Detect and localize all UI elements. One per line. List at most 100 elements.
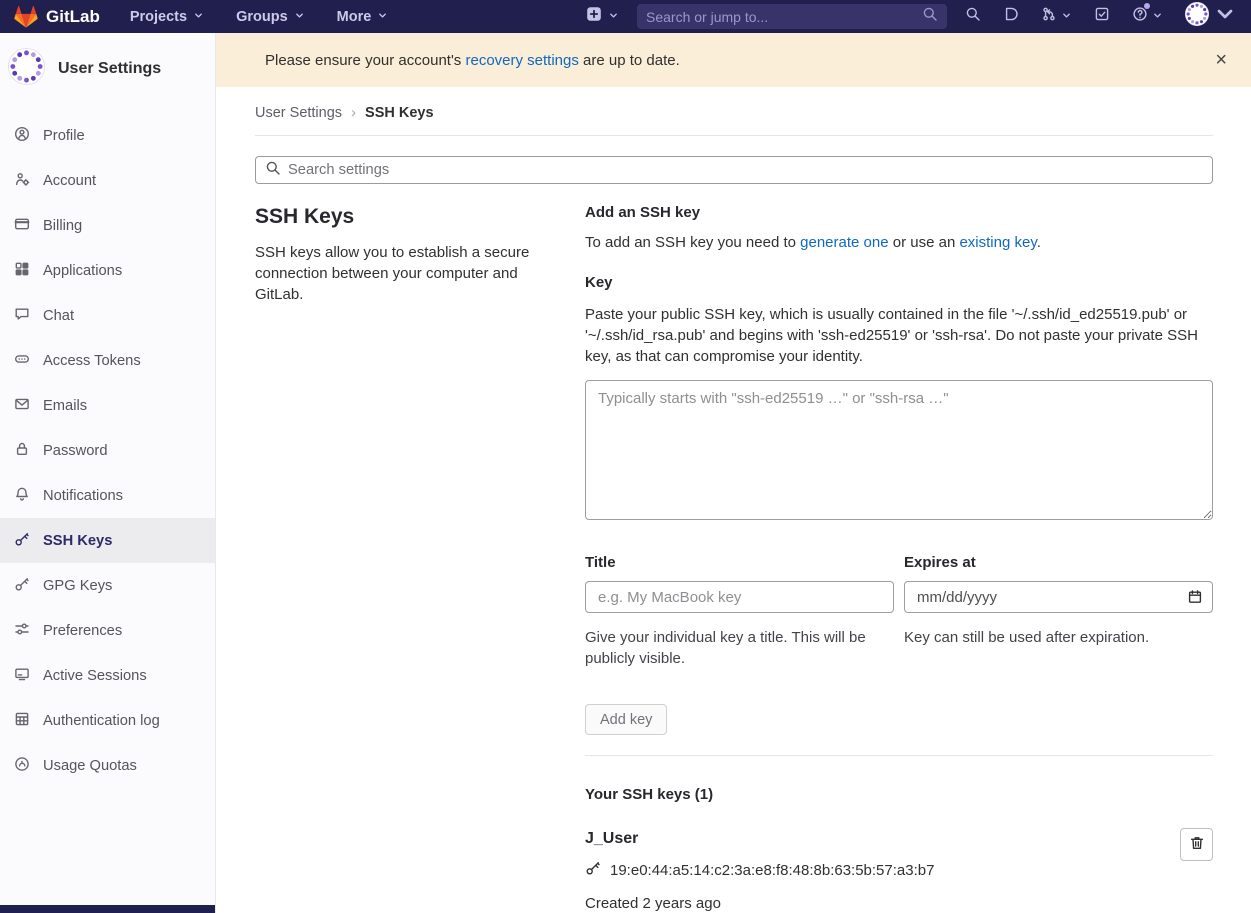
global-search-input[interactable] <box>646 9 914 25</box>
nav-projects[interactable]: Projects <box>130 9 204 25</box>
nav-groups[interactable]: Groups <box>236 9 305 25</box>
existing-key-link[interactable]: existing key <box>959 234 1036 251</box>
search-icon <box>922 6 938 27</box>
breadcrumb-current: SSH Keys <box>365 105 434 121</box>
sidebar-item-label: Account <box>43 173 96 189</box>
sidebar-item-label: Applications <box>43 263 122 279</box>
delete-key-button[interactable] <box>1180 828 1213 861</box>
chevron-down-icon <box>377 9 388 25</box>
nav-more[interactable]: More <box>337 9 389 25</box>
nav-label: Projects <box>130 9 187 25</box>
sidebar-item-notifications[interactable]: Notifications <box>0 473 215 518</box>
sidebar-item-label: Billing <box>43 218 82 234</box>
help-button[interactable] <box>1132 6 1163 27</box>
todos-button[interactable] <box>1094 6 1110 27</box>
gitlab-home-link[interactable]: GitLab <box>14 5 100 29</box>
breadcrumb-user-settings[interactable]: User Settings <box>255 105 342 121</box>
authentication-log-icon <box>14 711 30 731</box>
sidebar-item-label: SSH Keys <box>43 533 112 549</box>
key-label: Key <box>585 274 1213 291</box>
sidebar-item-gpg-keys[interactable]: GPG Keys <box>0 563 215 608</box>
password-icon <box>14 441 30 461</box>
alert-text-before: Please ensure your account's <box>265 52 465 69</box>
search-button[interactable] <box>965 6 981 27</box>
generate-one-link[interactable]: generate one <box>800 234 888 251</box>
add-key-intro: To add an SSH key you need to generate o… <box>585 234 1213 251</box>
alert-text-after: are up to date. <box>579 52 680 69</box>
sidebar-item-label: Profile <box>43 128 85 144</box>
sidebar-item-applications[interactable]: Applications <box>0 248 215 293</box>
alert-close-button[interactable]: × <box>1207 46 1235 74</box>
chevron-down-icon <box>1061 8 1072 26</box>
merge-requests-icon <box>1041 6 1057 27</box>
sidebar-item-label: Active Sessions <box>43 668 147 684</box>
sidebar-item-billing[interactable]: Billing <box>0 203 215 248</box>
sidebar-item-chat[interactable]: Chat <box>0 293 215 338</box>
section-divider <box>585 755 1213 756</box>
add-ssh-key-heading: Add an SSH key <box>585 204 1213 221</box>
sidebar-item-label: Chat <box>43 308 74 324</box>
nav-label: Groups <box>236 9 288 25</box>
account-icon <box>14 171 30 191</box>
key-icon <box>585 860 601 880</box>
profile-icon <box>14 126 30 146</box>
ssh-key-fingerprint-row: 19:e0:44:a5:14:c2:3a:e8:f8:48:8b:63:5b:5… <box>585 860 1153 880</box>
access-tokens-icon <box>14 351 30 371</box>
billing-icon <box>14 216 30 236</box>
trash-icon <box>1189 835 1205 854</box>
sidebar-item-password[interactable]: Password <box>0 428 215 473</box>
sidebar-item-label: Authentication log <box>43 713 160 729</box>
ssh-key-textarea[interactable] <box>585 380 1213 520</box>
search-icon <box>965 6 981 27</box>
sidebar-item-authentication-log[interactable]: Authentication log <box>0 698 215 743</box>
recovery-settings-link[interactable]: recovery settings <box>465 52 578 69</box>
sidebar-item-account[interactable]: Account <box>0 158 215 203</box>
merge-requests-button[interactable] <box>1041 6 1072 27</box>
sidebar-item-label: Password <box>43 443 108 459</box>
sidebar-item-preferences[interactable]: Preferences <box>0 608 215 653</box>
applications-icon <box>14 261 30 281</box>
ssh-key-fingerprint: 19:e0:44:a5:14:c2:3a:e8:f8:48:8b:63:5b:5… <box>610 862 934 879</box>
ssh-keys-icon <box>14 531 30 551</box>
ssh-keys-list: J_User 19:e0:44:a5:14:c2:3a:e8:f8:48:8b:6… <box>585 830 1213 913</box>
page-title: SSH Keys <box>255 205 545 229</box>
usage-quotas-icon <box>14 756 30 776</box>
add-key-button[interactable]: Add key <box>585 704 667 735</box>
breadcrumb-separator-icon: › <box>351 104 356 121</box>
breadcrumb: User Settings › SSH Keys <box>255 87 1213 136</box>
expires-at-input[interactable] <box>904 581 1213 613</box>
sidebar-item-label: Notifications <box>43 488 123 504</box>
preferences-icon <box>14 621 30 641</box>
settings-sidebar: User Settings ProfileAccountBillingAppli… <box>0 33 216 913</box>
issues-button[interactable] <box>1003 6 1019 27</box>
expires-help: Key can still be used after expiration. <box>904 627 1213 648</box>
ssh-key-created: Created 2 years ago <box>585 895 1153 912</box>
ssh-key-title[interactable]: J_User <box>585 830 638 847</box>
sidebar-item-label: Access Tokens <box>43 353 141 369</box>
settings-search-input[interactable] <box>288 162 1203 178</box>
todos-icon <box>1094 6 1110 27</box>
sidebar-item-emails[interactable]: Emails <box>0 383 215 428</box>
title-input[interactable] <box>585 581 894 613</box>
settings-search[interactable] <box>255 156 1213 184</box>
sidebar-item-ssh-keys[interactable]: SSH Keys <box>0 518 215 563</box>
chevron-down-icon <box>1213 2 1237 31</box>
navbar-menu: Projects Groups More <box>130 9 388 25</box>
new-menu-button[interactable] <box>586 6 619 27</box>
sidebar-item-usage-quotas[interactable]: Usage Quotas <box>0 743 215 788</box>
chevron-down-icon <box>294 9 305 25</box>
sidebar-nav: Profile Account Billing Applications Chat Acc… <box>0 113 215 788</box>
alert-text: Please ensure your account's recovery se… <box>265 52 680 69</box>
sidebar-item-label: Emails <box>43 398 87 414</box>
user-menu-button[interactable] <box>1185 2 1237 31</box>
global-search[interactable] <box>637 4 947 29</box>
calendar-icon[interactable] <box>1187 589 1203 610</box>
sidebar-item-active-sessions[interactable]: Active Sessions <box>0 653 215 698</box>
intro-text: or use an <box>889 234 960 251</box>
intro-text: . <box>1037 234 1041 251</box>
sidebar-item-profile[interactable]: Profile <box>0 113 215 158</box>
chevron-down-icon <box>608 8 619 26</box>
sidebar-item-label: GPG Keys <box>43 578 112 594</box>
sidebar-item-label: Preferences <box>43 623 122 639</box>
sidebar-item-access-tokens[interactable]: Access Tokens <box>0 338 215 383</box>
